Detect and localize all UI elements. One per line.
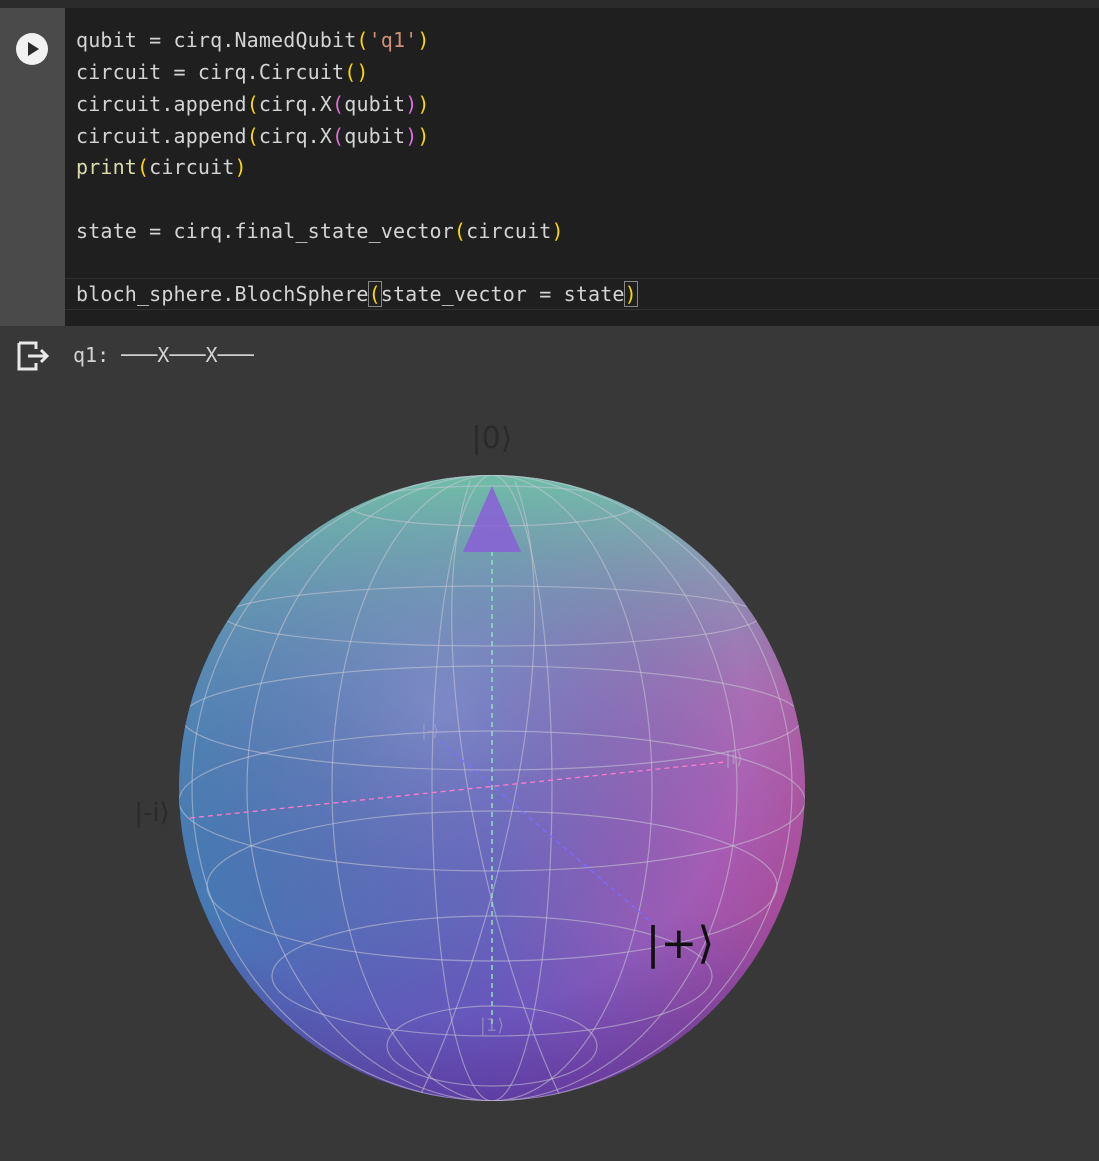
code-line-1: qubit = cirq.NamedQubit('q1') <box>76 28 430 52</box>
label-minus-i: |-i⟩ <box>134 798 170 828</box>
code-line-2: circuit = cirq.Circuit() <box>76 60 369 84</box>
cell-output: q1: ───X───X─── |0⟩ |+⟩ |-i⟩ |i⟩ |-⟩ |1⟩ <box>0 326 1099 1161</box>
run-cell-button[interactable] <box>16 33 48 65</box>
code-line-5: print(circuit) <box>76 155 247 179</box>
code-line-4: circuit.append(cirq.X(qubit)) <box>76 124 430 148</box>
code-line-3: circuit.append(cirq.X(qubit)) <box>76 92 430 116</box>
label-zero: |0⟩ <box>472 421 513 456</box>
label-plus: |+⟩ <box>646 918 715 969</box>
label-minus: |-⟩ <box>421 721 438 740</box>
toolbar-strip <box>0 0 1099 8</box>
label-one: |1⟩ <box>480 1015 505 1036</box>
code-line-9: bloch_sphere.BlochSphere(state_vector = … <box>76 281 638 307</box>
play-icon <box>17 34 47 64</box>
cell-gutter <box>0 8 65 326</box>
label-i: |i⟩ <box>725 748 743 769</box>
code-editor[interactable]: qubit = cirq.NamedQubit('q1') circuit = … <box>65 8 1099 326</box>
bloch-sphere[interactable]: |0⟩ |+⟩ |-i⟩ |i⟩ |-⟩ |1⟩ <box>0 326 1099 1161</box>
notebook-page: qubit = cirq.NamedQubit('q1') circuit = … <box>0 0 1099 1161</box>
code-line-7: state = cirq.final_state_vector(circuit) <box>76 219 564 243</box>
